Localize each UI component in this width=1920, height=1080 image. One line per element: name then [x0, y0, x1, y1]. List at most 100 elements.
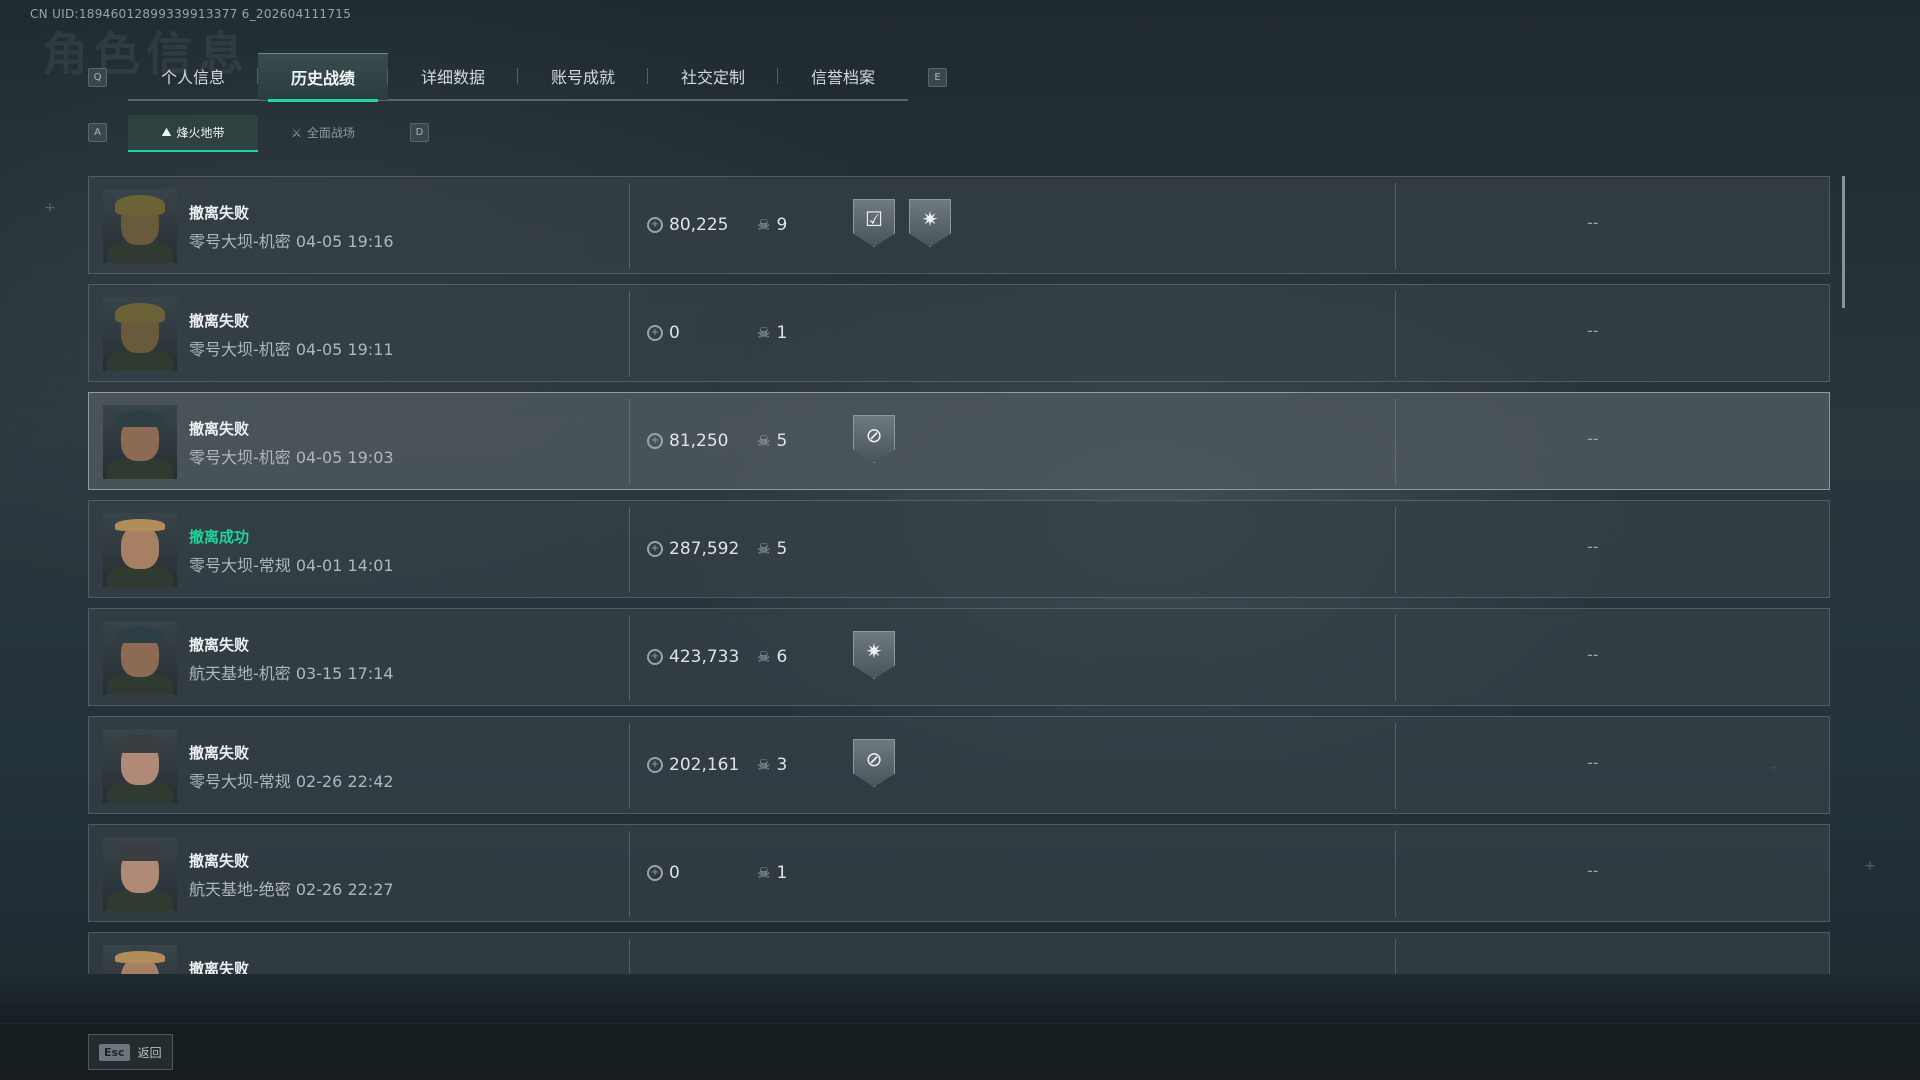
column-divider: [629, 831, 630, 917]
match-row[interactable]: 撤离失败 --: [88, 932, 1830, 974]
kill-count: 1: [776, 323, 788, 343]
value-stat: +423,733: [647, 647, 739, 667]
extraction-result: 撤离失败: [189, 852, 250, 870]
column-divider: [629, 507, 630, 593]
coin-icon: +: [647, 325, 663, 341]
match-row[interactable]: 撤离失败零号大坝-机密 04-05 19:03 +81,250 ☠ 5 ⊘ --: [88, 392, 1830, 490]
column-divider: [1395, 291, 1396, 377]
skull-icon: ☠: [757, 540, 771, 558]
subtab-label: 烽火地带: [176, 126, 225, 140]
match-row[interactable]: 撤离成功 零号大坝-常规 04-01 14:01 +287,592 ☠ 5 --: [88, 500, 1830, 598]
footer-bar: [0, 1024, 1920, 1080]
extracted-value: 0: [669, 863, 680, 883]
extraction-result: 撤离失败: [189, 960, 250, 974]
value-stat: +287,592: [647, 539, 739, 559]
operator-avatar: [103, 837, 177, 911]
column-divider: [629, 399, 630, 485]
skull-icon: ☠: [757, 648, 771, 666]
prev-tab-key[interactable]: Q: [88, 68, 107, 87]
skull-icon: ☠: [757, 432, 771, 450]
match-row[interactable]: 撤离失败 零号大坝-常规 02-26 22:42 +202,161 ☠ 3 ⊘ --: [88, 716, 1830, 814]
match-row[interactable]: 撤离失败 零号大坝-机密 04-05 19:11 +0 ☠ 1 --: [88, 284, 1830, 382]
skull-icon: ☠: [757, 324, 771, 342]
column-divider: [1395, 939, 1396, 974]
value-stat: +80,225: [647, 215, 728, 235]
shield-check-badge[interactable]: ☑: [853, 199, 895, 247]
extraction-result: 撤离失败: [189, 312, 250, 330]
empty-placeholder: --: [1587, 213, 1599, 232]
next-subtab-key[interactable]: D: [410, 123, 429, 142]
match-history-list[interactable]: 撤离失败 零号大坝-机密 04-05 19:16 +80,225 ☠ 9 ☑ ✷ -- 撤离失败…: [88, 176, 1832, 974]
value-stat: +0: [647, 323, 680, 343]
empty-placeholder: --: [1587, 969, 1599, 974]
operator-avatar: [103, 945, 177, 974]
decor-cross: +: [1864, 858, 1876, 874]
tab-detailed-data[interactable]: 详细数据: [388, 53, 518, 99]
mountain-icon: ⛰: [161, 125, 172, 139]
empty-placeholder: --: [1587, 645, 1599, 664]
prev-subtab-key[interactable]: A: [88, 123, 107, 142]
extracted-value: 0: [669, 323, 680, 343]
kill-stat: ☠ 1: [757, 863, 787, 883]
value-stat: +81,250: [647, 431, 728, 451]
kill-stat: ☠ 1: [757, 323, 787, 343]
tab-credit-record[interactable]: 信誉档案: [778, 53, 908, 99]
kill-count: 6: [776, 647, 788, 667]
tab-personal-info[interactable]: 个人信息: [128, 53, 258, 99]
match-row[interactable]: 撤离失败 航天基地-机密 03-15 17:14 +423,733 ☠ 6 ✷ --: [88, 608, 1830, 706]
map-and-time: 零号大坝-机密 04-05 19:03: [189, 448, 394, 467]
back-label: 返回: [137, 1045, 162, 1060]
mode-tabs: ⛰ 烽火地带 ⚔ 全面战场: [128, 115, 388, 152]
extraction-result: 撤离失败: [189, 420, 250, 438]
back-button[interactable]: Esc 返回: [88, 1034, 173, 1070]
tab-social-custom[interactable]: 社交定制: [648, 53, 778, 99]
kill-count: 5: [776, 539, 788, 559]
coin-icon: +: [647, 865, 663, 881]
coin-icon: +: [647, 433, 663, 449]
match-row[interactable]: 撤离失败零号大坝-机密 04-05 19:16 +80,225 ☠ 9 ☑ ✷ --: [88, 176, 1830, 274]
empty-placeholder: --: [1587, 861, 1599, 880]
target-badge[interactable]: ⊘: [853, 415, 895, 463]
subtab-hazard-zone[interactable]: ⛰ 烽火地带: [128, 115, 258, 152]
tab-achievements[interactable]: 账号成就: [518, 53, 648, 99]
empty-placeholder: --: [1587, 429, 1599, 448]
map-and-time: 零号大坝-机密 04-05 19:16: [189, 232, 394, 251]
match-row[interactable]: 撤离失败 航天基地-绝密 02-26 22:27 +0 ☠ 1 --: [88, 824, 1830, 922]
kill-count: 1: [776, 863, 788, 883]
operator-avatar: [103, 513, 177, 587]
column-divider: [629, 723, 630, 809]
coin-icon: +: [647, 649, 663, 665]
operator-avatar: [103, 297, 177, 371]
map-and-time: 零号大坝-常规 04-01 14:01: [189, 556, 394, 575]
extraction-result: 撤离成功: [189, 528, 250, 546]
operator-avatar: [103, 405, 177, 479]
value-stat: +202,161: [647, 755, 739, 775]
extracted-value: 202,161: [669, 755, 740, 775]
list-fade: [0, 975, 1920, 1023]
operator-avatar: [103, 189, 177, 263]
column-divider: [629, 183, 630, 269]
kill-stat: ☠ 5: [757, 431, 787, 451]
extraction-result: 撤离失败: [189, 636, 250, 654]
skull-icon: ☠: [757, 216, 771, 234]
tab-match-history[interactable]: 历史战绩: [258, 53, 388, 102]
kill-stat: ☠ 6: [757, 647, 787, 667]
burst-badge[interactable]: ✷: [853, 631, 895, 679]
kill-count: 9: [776, 215, 788, 235]
subtab-label: 全面战场: [306, 126, 355, 140]
operator-avatar: [103, 621, 177, 695]
map-and-time: 零号大坝-常规 02-26 22:42: [189, 772, 394, 791]
column-divider: [1395, 399, 1396, 485]
skull-icon: ☠: [757, 864, 771, 882]
kill-stat: ☠ 5: [757, 539, 787, 559]
scrollbar-thumb[interactable]: [1842, 176, 1845, 308]
extracted-value: 287,592: [669, 539, 740, 559]
next-tab-key[interactable]: E: [928, 68, 947, 87]
target-badge[interactable]: ⊘: [853, 739, 895, 787]
empty-placeholder: --: [1587, 753, 1599, 772]
extraction-result: 撤离失败: [189, 204, 250, 222]
subtab-full-battlefield[interactable]: ⚔ 全面战场: [258, 115, 388, 150]
burst-badge[interactable]: ✷: [909, 199, 951, 247]
coin-icon: +: [647, 757, 663, 773]
extracted-value: 423,733: [669, 647, 740, 667]
